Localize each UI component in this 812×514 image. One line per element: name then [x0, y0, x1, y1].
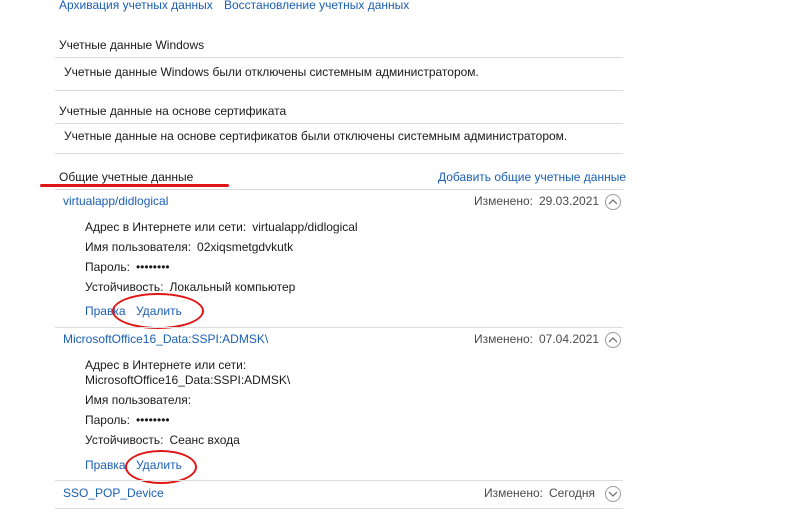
section-divider: [55, 480, 623, 481]
backup-credentials-link[interactable]: Архивация учетных данных: [59, 0, 213, 12]
credential-name-link[interactable]: MicrosoftOffice16_Data:SSPI:ADMSK\: [63, 332, 268, 346]
annotation-underline: [40, 184, 229, 187]
expand-chevron-icon[interactable]: [605, 486, 621, 502]
section-divider: [55, 327, 623, 328]
section-divider: [55, 123, 623, 124]
address-value: MicrosoftOffice16_Data:SSPI:ADMSK\: [85, 373, 291, 387]
windows-credentials-message: Учетные данные Windows были отключены си…: [64, 65, 479, 79]
password-row: Пароль: ••••••••: [85, 413, 170, 427]
address-row: Адрес в Интернете или сети: virtualapp/di…: [85, 220, 358, 234]
username-row: Имя пользователя: 02xiqsmetgdvkutk: [85, 240, 294, 254]
certificate-credentials-title: Учетные данные на основе сертификата: [59, 104, 287, 118]
add-generic-credential-link[interactable]: Добавить общие учетные данные: [438, 170, 626, 184]
delete-credential-link[interactable]: Удалить: [136, 304, 182, 318]
persistence-row: Устойчивость: Сеанс входа: [85, 433, 240, 447]
credential-changed: Изменено: Сегодня: [484, 486, 595, 500]
generic-credentials-title: Общие учетные данные: [59, 170, 194, 184]
credential-name-link[interactable]: SSO_POP_Device: [63, 486, 164, 500]
section-divider: [55, 57, 623, 58]
section-divider: [55, 189, 623, 190]
restore-credentials-link[interactable]: Восстановление учетных данных: [224, 0, 409, 12]
credential-changed: Изменено: 29.03.2021: [474, 194, 600, 208]
username-row: Имя пользователя:: [85, 393, 192, 407]
section-divider: [55, 153, 623, 154]
windows-credentials-title: Учетные данные Windows: [59, 38, 205, 52]
edit-credential-link[interactable]: Правка: [85, 458, 126, 472]
section-divider: [55, 508, 623, 509]
delete-credential-link[interactable]: Удалить: [136, 458, 182, 472]
password-row: Пароль: ••••••••: [85, 260, 170, 274]
collapse-chevron-icon[interactable]: [605, 332, 621, 348]
address-label: Адрес в Интернете или сети:: [85, 358, 247, 372]
credential-name-link[interactable]: virtualapp/didlogical: [63, 194, 168, 208]
collapse-chevron-icon[interactable]: [605, 194, 621, 210]
edit-credential-link[interactable]: Правка: [85, 304, 126, 318]
section-divider: [55, 90, 623, 91]
certificate-credentials-message: Учетные данные на основе сертификатов бы…: [64, 129, 568, 143]
credential-changed: Изменено: 07.04.2021: [474, 332, 600, 346]
persistence-row: Устойчивость: Локальный компьютер: [85, 280, 296, 294]
